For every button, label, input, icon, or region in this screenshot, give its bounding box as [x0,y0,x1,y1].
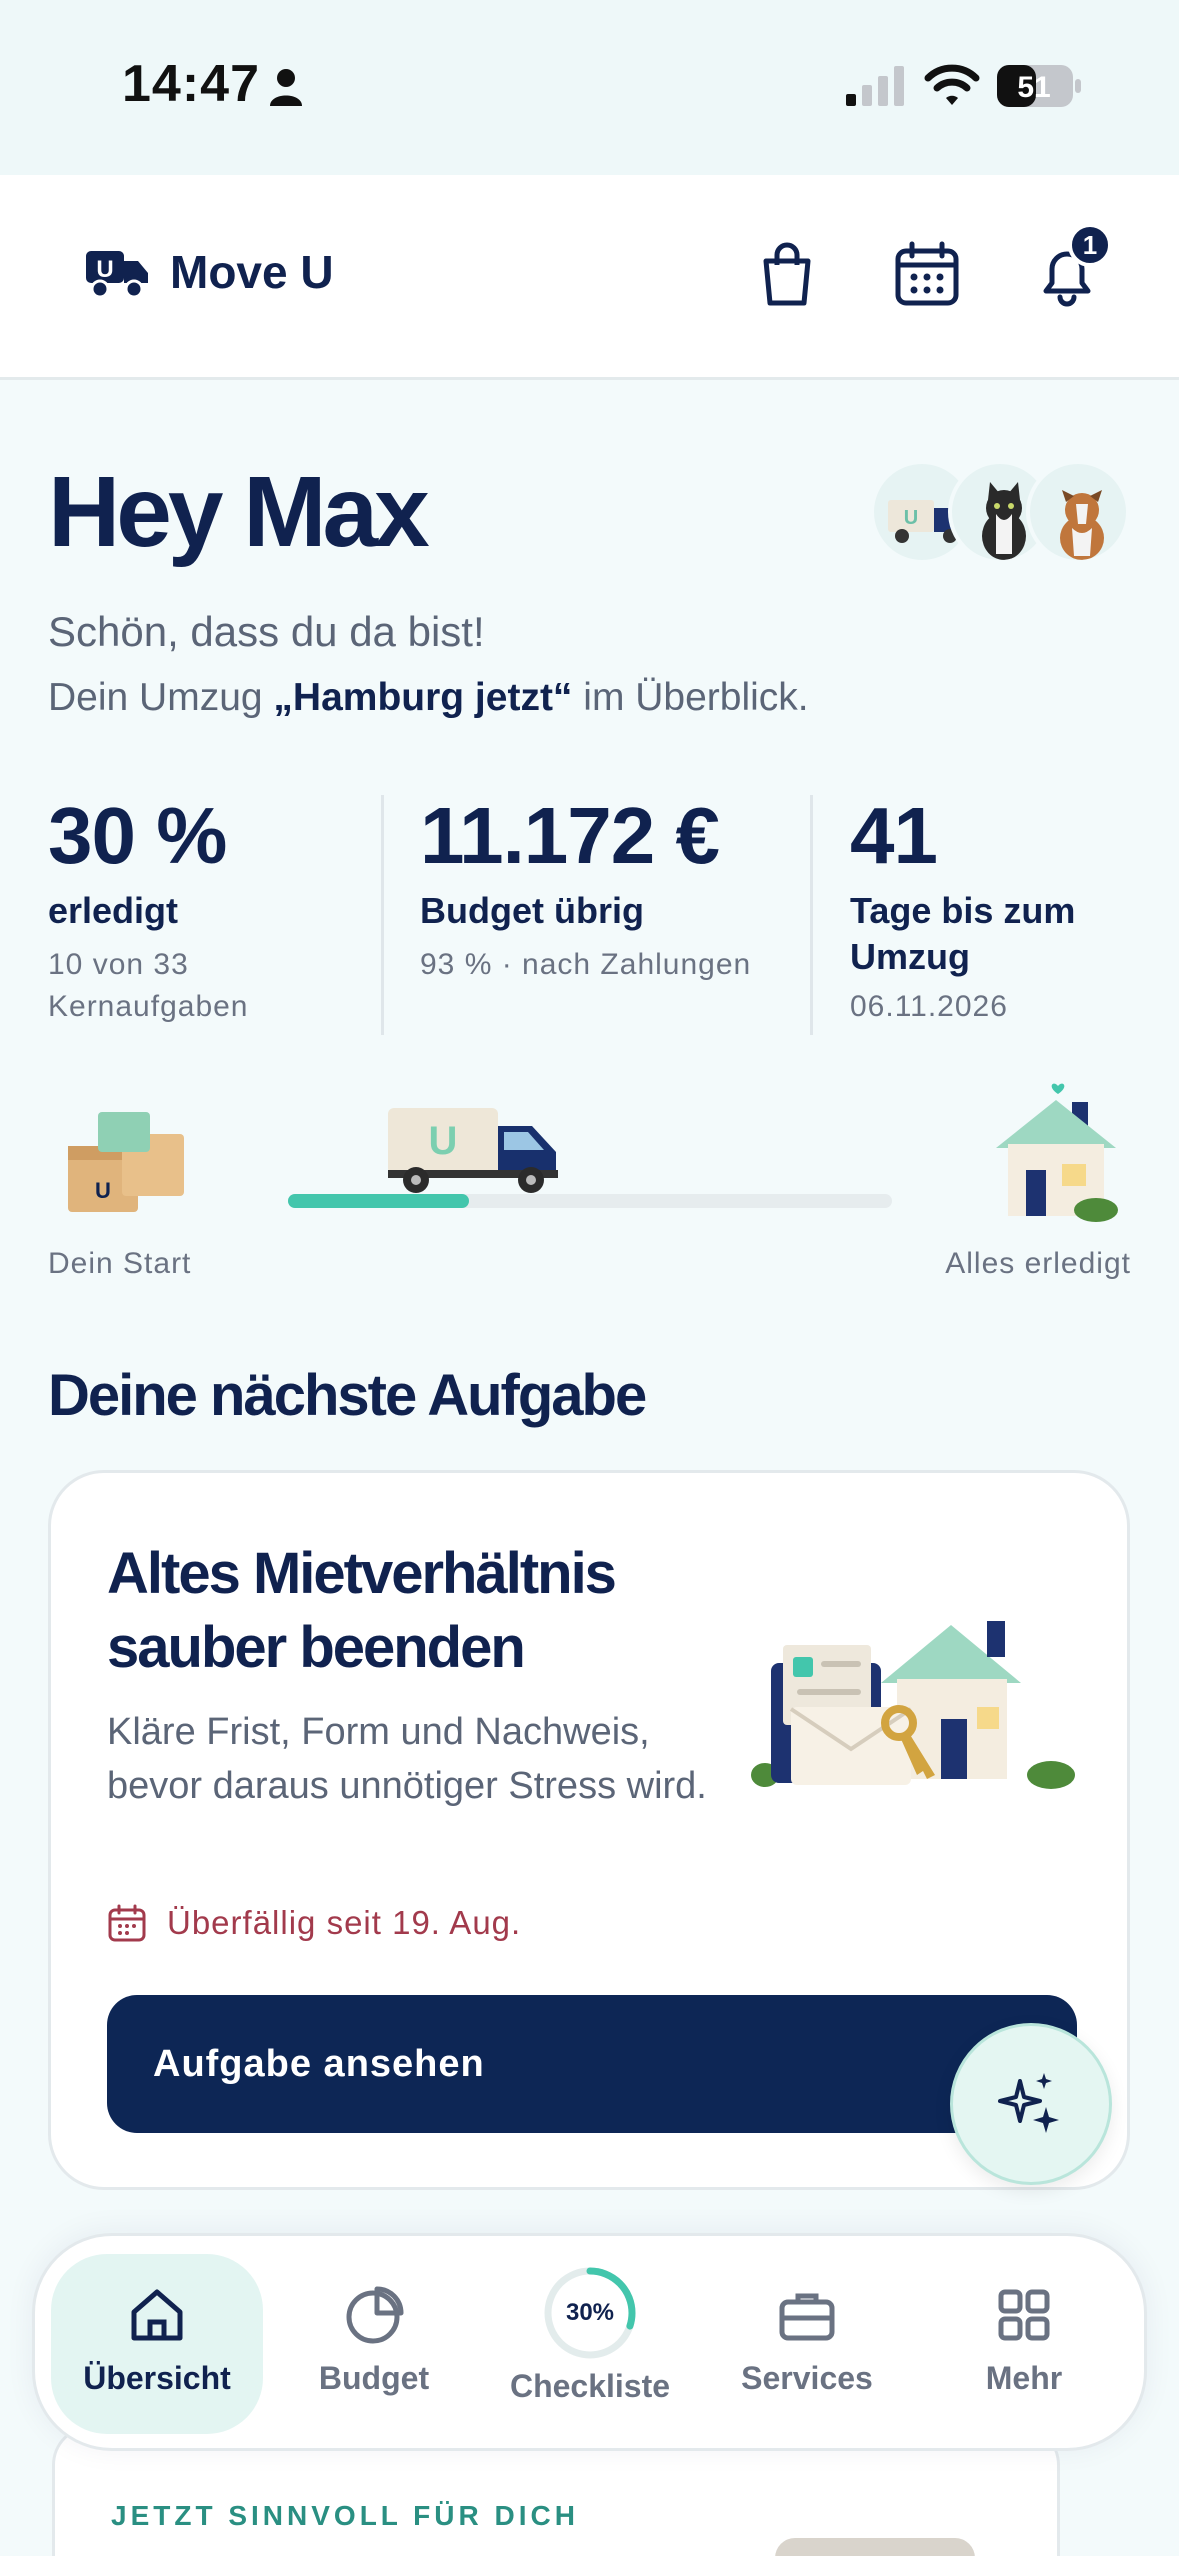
svg-text:U: U [96,256,113,283]
app-header: U Move U 1 [0,175,1179,380]
stat-budget[interactable]: 11.172 € Budget übrig 93 % · nach Zahlun… [420,790,800,986]
svg-text:U: U [429,1119,458,1163]
calendar-alert-icon [108,1904,146,1942]
moving-truck-icon: U [388,1108,558,1193]
stat-progress[interactable]: 30 % erledigt 10 von 33 Kernaufgaben [48,790,368,1028]
brand-logo[interactable]: U Move U [84,245,334,299]
home-icon [131,2289,183,2341]
move-progress-fill [288,1194,470,1208]
greeting-title: Hey Max [48,456,430,568]
grid-icon [998,2289,1050,2341]
task-due-text: Überfällig seit 19. Aug. [167,1904,522,1941]
nav-services[interactable]: Services [701,2254,913,2434]
shopping-bag-icon[interactable] [752,239,822,309]
sparkles-icon [998,2073,1059,2133]
stat-days-note: 06.11.2026 [850,990,1008,1023]
nav-more-label: Mehr [985,2360,1063,2396]
nav-services-label: Services [741,2360,873,2396]
progress-start-label: Dein Start [48,1247,192,1280]
progress-end-label: Alles erledigt [945,1247,1131,1280]
status-time: 14:47 [122,55,260,113]
move-line-suffix: im Überblick. [572,676,809,719]
move-line-prefix: Dein Umzug [48,676,274,719]
nav-overview[interactable]: Übersicht [51,2254,263,2434]
recommendation-image [775,2538,975,2556]
truck-logo-icon: U [86,251,148,299]
nav-overview-label: Übersicht [83,2360,231,2396]
bottom-navigation: Übersicht Budget 30% Checkliste Services [32,2233,1147,2451]
stat-budget-label: Budget übrig [420,890,644,931]
stat-days[interactable]: 41 Tage bis zum Umzug 06.11.2026 [850,790,1150,1028]
move-name[interactable]: „Hamburg jetzt“ [273,676,572,719]
stat-budget-value: 11.172 € [420,791,720,880]
task-description: Kläre Frist, Form und Nachweis, bevor da… [107,1711,707,1807]
checklist-percent: 30% [565,2299,615,2326]
stat-divider [810,795,813,1035]
task-title: Altes Mietverhältnis sauber beenden [107,1541,617,1680]
stat-budget-note: 93 % · nach Zahlungen [420,948,752,981]
nav-checklist[interactable]: 30% Checkliste [484,2254,696,2434]
person-icon [270,69,302,106]
battery-level: 51 [1017,71,1050,104]
stat-days-value: 41 [850,791,938,880]
signal-icon [846,66,904,106]
dog-avatar [1026,460,1130,564]
brand-name: Move U [170,246,334,298]
move-overview-line: Dein Umzug „Hamburg jetzt“ im Überblick. [48,676,809,720]
stat-divider [381,795,384,1035]
battery-icon: 51 [997,65,1081,107]
stat-progress-value: 30 % [48,791,227,880]
svg-text:U: U [904,507,918,529]
notifications-button[interactable]: 1 [1032,223,1112,309]
stat-progress-label: erledigt [48,890,179,931]
calendar-icon[interactable] [892,239,962,309]
recommendations-label: JETZT SINNVOLL FÜR DICH [111,2500,579,2531]
nav-more[interactable]: Mehr [918,2254,1130,2434]
view-task-button[interactable]: Aufgabe ansehen [107,1995,1077,2133]
house-icon [996,1083,1118,1222]
status-bar: 14:47 51 [0,0,1179,175]
briefcase-icon [779,2293,835,2341]
dog-icon [1060,490,1104,560]
notification-badge: 1 [1068,223,1112,267]
checklist-progress-ring: 30% [541,2264,639,2362]
move-progress-track [288,1194,892,1208]
wifi-icon [924,64,980,105]
boxes-icon: U [68,1112,184,1212]
svg-text:U: U [95,1178,111,1203]
household-avatars[interactable]: U [870,460,1130,570]
rental-documents-house-icon [751,1621,1075,1789]
task-due: Überfällig seit 19. Aug. [107,1903,521,1943]
ai-assistant-button[interactable] [950,2023,1112,2185]
nav-checklist-label: Checkliste [509,2368,671,2404]
stat-progress-note: 10 von 33 Kernaufgaben [48,948,249,1023]
pie-chart-icon [346,2286,404,2344]
next-task-heading: Deine nächste Aufgabe [48,1363,647,1428]
greeting-subtitle: Schön, dass du da bist! [48,608,485,655]
stat-days-label: Tage bis zum Umzug [850,890,1076,977]
nav-budget[interactable]: Budget [268,2254,480,2434]
nav-budget-label: Budget [318,2360,430,2396]
